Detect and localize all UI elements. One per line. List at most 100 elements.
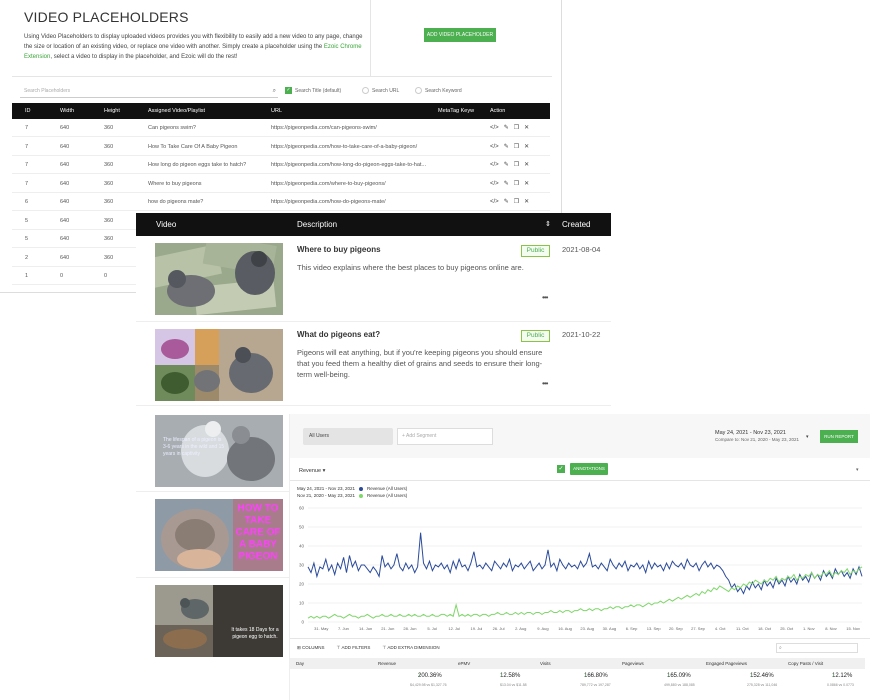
metric-selector[interactable]: Revenue ▾ [299,468,325,474]
cell-width: 640 [60,217,70,224]
search-placeholders-input[interactable]: Search Placeholders ⌕ [20,84,278,98]
cell-width: 640 [60,254,70,261]
column-header[interactable]: Engaged Pageviews [706,658,747,669]
legend-compare: Nov 21, 2020 - May 23, 2021 Revenue (All… [297,493,408,498]
delete-icon[interactable]: ✕ [524,119,529,137]
column-header[interactable]: Height [104,103,120,119]
copy-icon[interactable]: ❐ [514,119,519,137]
cell-width: 640 [60,143,70,150]
copy-icon[interactable]: ❐ [514,156,519,174]
cell-height: 360 [104,254,114,261]
more-options-icon[interactable]: ••• [542,379,548,388]
copy-icon[interactable]: ❐ [514,175,519,193]
column-header[interactable]: Pageviews [622,658,644,669]
column-header[interactable]: Revenue [378,658,396,669]
annotations-button[interactable]: ANNOTATIONS [570,463,608,475]
placeholders-description: Using Video Placeholders to display uplo… [24,34,363,60]
copy-icon[interactable]: ❐ [514,193,519,211]
video-row[interactable]: Where to buy pigeons Public 2021-08-04 T… [136,236,611,322]
x-tick-label: 15. Nov [846,626,860,631]
code-icon[interactable]: </> [490,119,499,137]
y-tick-label: 0 [301,620,304,625]
cell-width: 640 [60,180,70,187]
more-options-icon[interactable]: ••• [542,293,548,302]
code-icon[interactable]: </> [490,175,499,193]
y-tick-label: 50 [299,525,305,530]
video-description: Pigeons will eat anything, but if you're… [297,348,543,379]
column-header[interactable]: Video [156,213,176,236]
arrow-up-icon: ↑ [750,673,753,679]
code-icon[interactable]: </> [490,156,499,174]
video-thumbnail[interactable] [155,329,283,401]
search-keyword-option[interactable]: Search Keyword [415,87,462,94]
column-header[interactable]: Assigned Video/Playlist [148,103,205,119]
legend-current: May 24, 2021 - Nov 23, 2021 Revenue (All… [297,486,408,491]
column-header[interactable]: ID [25,103,31,119]
delete-icon[interactable]: ✕ [524,156,529,174]
column-header[interactable]: Created [562,213,590,236]
chevron-down-icon[interactable]: ▾ [806,434,809,440]
run-report-button[interactable]: RUN REPORT [820,430,858,443]
video-row[interactable]: What do pigeons eat? Public 2021-10-22 P… [136,322,611,406]
column-header[interactable]: Day [296,658,304,669]
cell-id: 7 [25,143,29,150]
edit-icon[interactable]: ✎ [504,156,509,174]
series-line-1 [307,566,863,619]
edit-icon[interactable]: ✎ [504,119,509,137]
edit-icon[interactable]: ✎ [504,138,509,156]
delete-icon[interactable]: ✕ [524,193,529,211]
add-filters-button[interactable]: ⊤ ADD FILTERS [337,645,371,651]
column-header[interactable]: Copy Pasts / Visit [788,658,823,669]
add-video-placeholder-button[interactable]: ADD VIDEO PLACEHOLDER [424,28,496,42]
cell-url: https://pigeonpedia.com/can-pigeons-swim… [271,125,377,131]
x-tick-label: 30. Aug [603,626,617,631]
status-badge: Public [521,245,550,257]
x-tick-label: 6. Sep [626,626,638,631]
code-icon[interactable]: </> [490,138,499,156]
video-thumbnail[interactable]: It takes 18 Days for a pigeon egg to hat… [155,585,283,657]
cell-url: https://pigeonpedia.com/how-do-pigeons-m… [271,199,386,205]
copy-icon[interactable]: ❐ [514,138,519,156]
delete-icon[interactable]: ✕ [524,138,529,156]
add-segment-input[interactable]: + Add Segment [397,428,493,445]
column-header[interactable]: Width [60,103,74,119]
date-range[interactable]: May 24, 2021 - Nov 23, 2021 Compare to: … [715,430,799,442]
x-tick-label: 25. Oct [780,626,794,631]
search-url-option[interactable]: Search URL [362,87,399,94]
legend-dot-icon [359,493,364,498]
edit-icon[interactable]: ✎ [504,175,509,193]
video-thumbnail[interactable]: The lifespan of a pigeon is 3-6 years in… [155,415,283,487]
column-header[interactable]: ePMV [458,658,470,669]
edit-icon[interactable]: ✎ [504,193,509,211]
y-tick-label: 10 [299,601,305,606]
column-header[interactable]: MetaTag Keyw [438,103,474,119]
row-actions: </> ✎ ❐ ✕ [490,193,529,211]
thumbnail-caption: The lifespan of a pigeon is 3-6 years in… [163,437,225,457]
video-thumbnail[interactable] [155,243,283,315]
checkbox-checked-icon[interactable]: ✓ [557,465,565,473]
video-thumbnail[interactable]: HOW TO TAKE CARE OF A BABY PIGEON [155,499,283,571]
chevron-down-icon[interactable]: ▾ [856,467,859,473]
video-title[interactable]: Where to buy pigeons [297,245,381,254]
divider [290,480,870,481]
sort-icon[interactable]: ⇕ [545,213,551,236]
divider [370,0,371,76]
add-dimension-button[interactable]: ⊤ ADD EXTRA DIMENSION [382,645,439,651]
y-tick-label: 60 [299,506,305,511]
column-header[interactable]: Visits [540,658,551,669]
columns-button[interactable]: ⊞ COLUMNS [297,645,325,651]
video-title[interactable]: What do pigeons eat? [297,330,380,339]
segment-selector[interactable]: All Users [303,428,393,445]
cell-url: https://pigeonpedia.com/how-long-do-pige… [271,162,427,168]
x-tick-label: 28. Jun [403,626,416,631]
x-tick-label: 1. Nov [803,626,815,631]
delete-icon[interactable]: ✕ [524,175,529,193]
column-header[interactable]: URL [271,103,282,119]
table-search-input[interactable]: ⌕ [776,643,858,653]
thumbnail-caption: HOW TO TAKE CARE OF A BABY PIGEON [235,503,281,562]
cell-height: 360 [104,217,114,224]
x-tick-label: 12. Jul [448,626,460,631]
column-header[interactable]: Description [297,213,337,236]
code-icon[interactable]: </> [490,193,499,211]
search-title-option[interactable]: ✓ Search Title (default) [285,87,341,94]
